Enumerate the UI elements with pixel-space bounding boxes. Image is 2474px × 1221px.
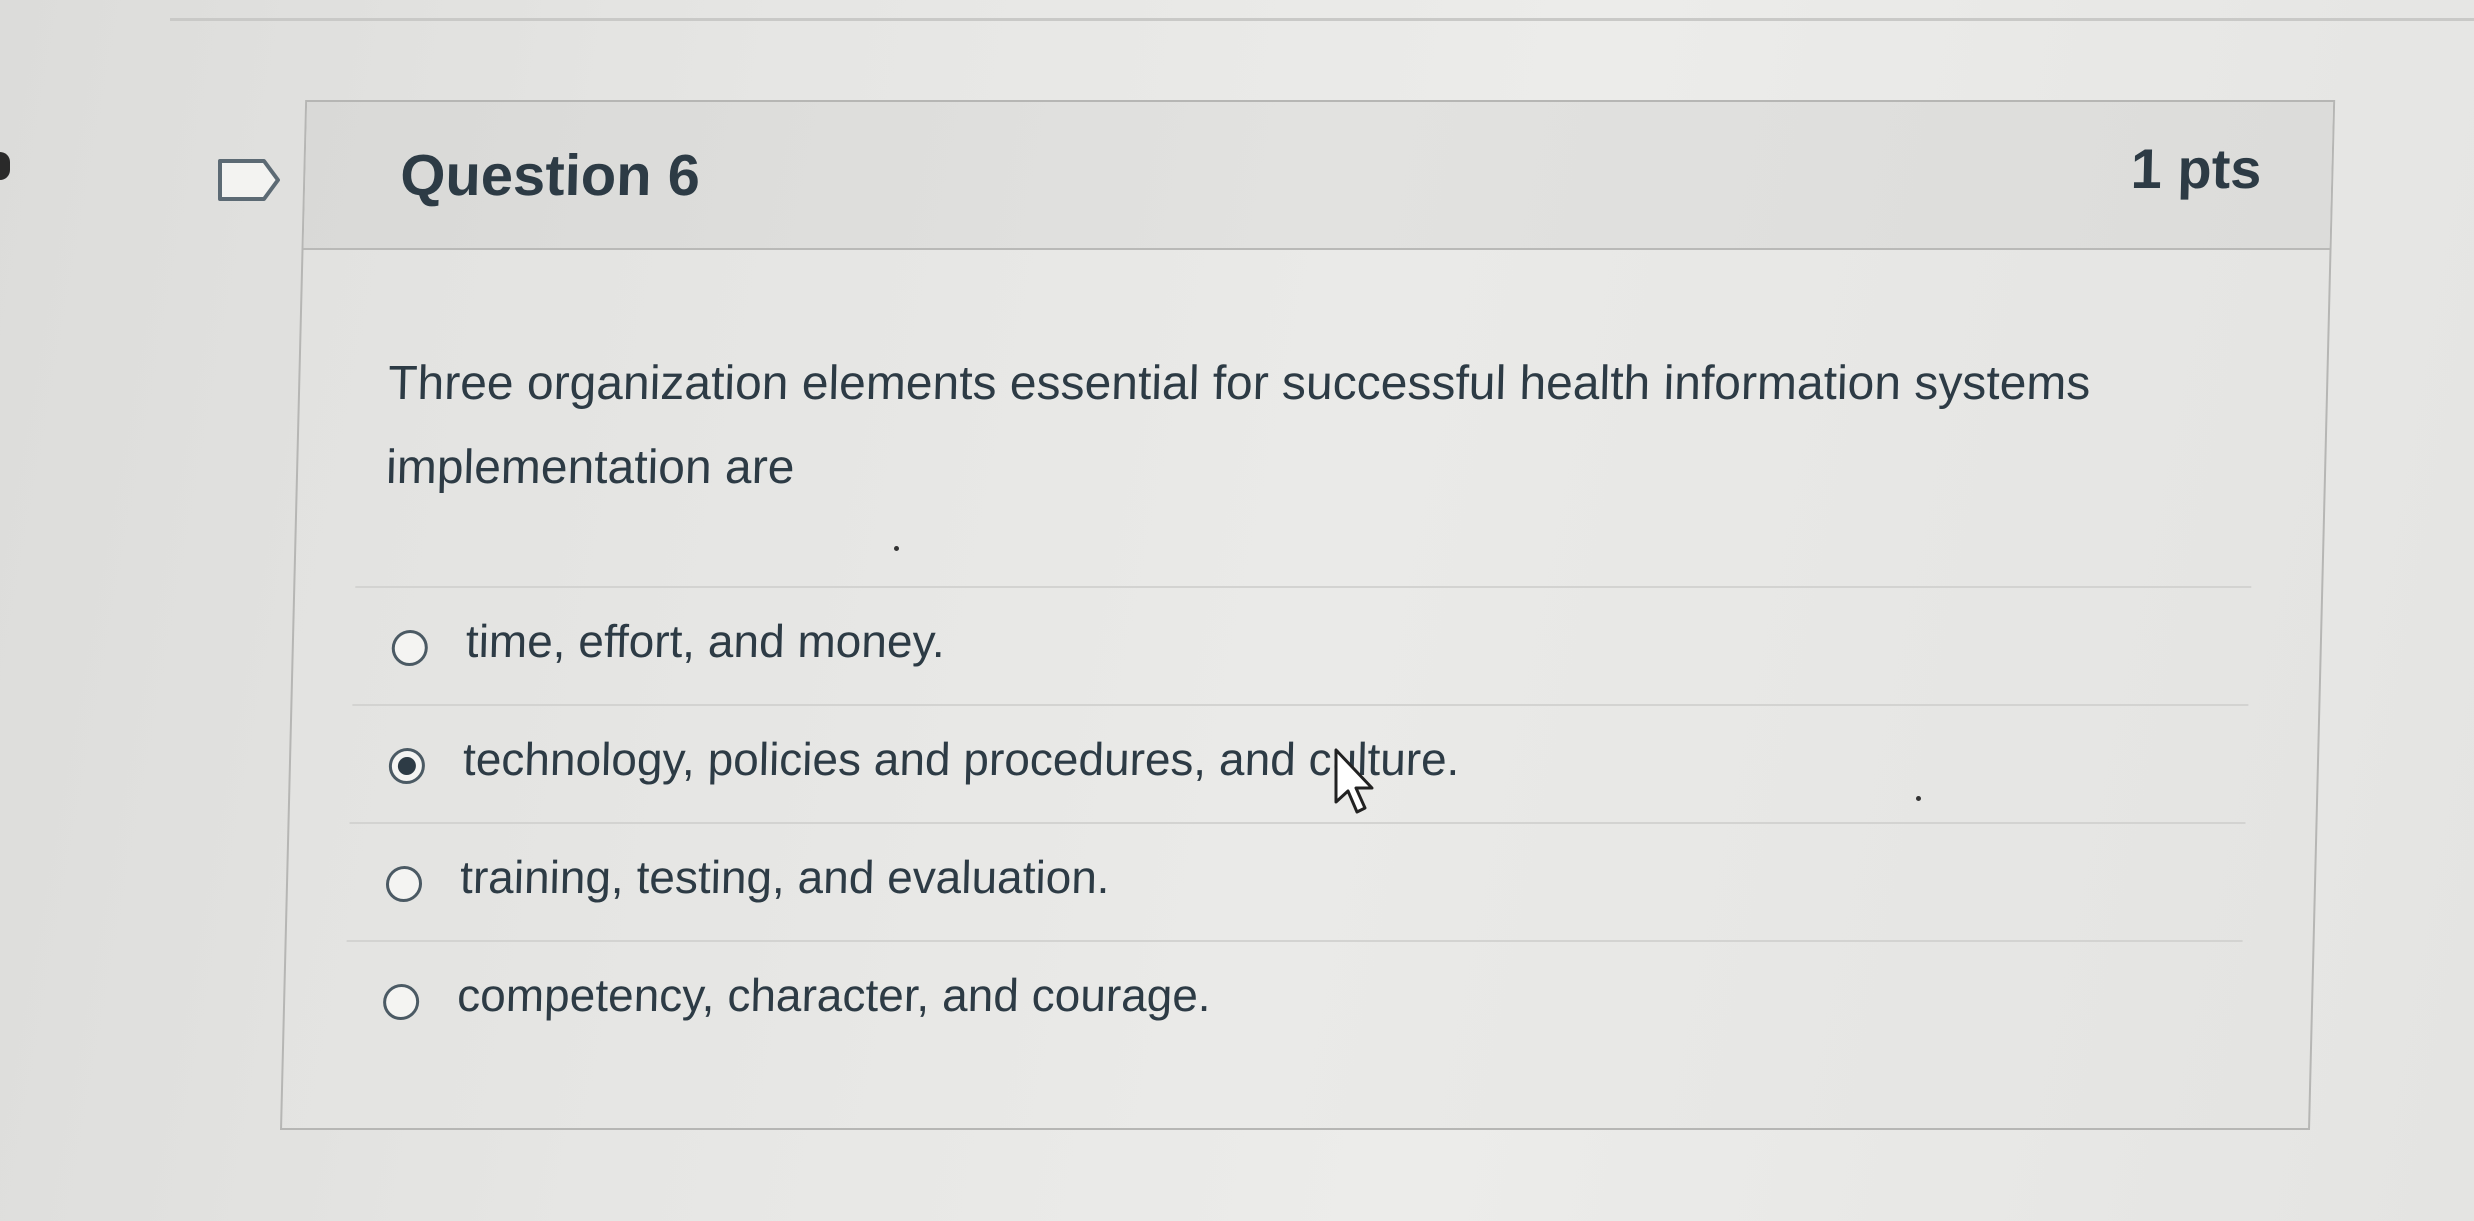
screen-speck (894, 546, 899, 551)
answer-option[interactable]: time, effort, and money. (352, 586, 2252, 706)
top-divider (170, 18, 2474, 21)
answer-label[interactable]: time, effort, and money. (465, 614, 945, 668)
screen-speck (1916, 796, 1921, 801)
radio-button[interactable] (382, 984, 420, 1020)
question-card: Question 6 1 pts Three organization elem… (280, 100, 2336, 1130)
flag-question-icon[interactable] (216, 155, 284, 205)
question-title: Question 6 (399, 143, 701, 208)
answer-label[interactable]: competency, character, and courage. (457, 968, 1212, 1022)
quiz-page: { "question": { "title": "Question 6", "… (0, 0, 2474, 1221)
radio-button-selected[interactable] (388, 748, 426, 784)
question-text: Three organization elements essential fo… (385, 357, 2092, 494)
answer-option[interactable]: technology, policies and procedures, and… (349, 704, 2249, 824)
edge-marker (0, 152, 10, 180)
question-points: 1 pts (2130, 137, 2263, 200)
answer-label[interactable]: technology, policies and procedures, and… (462, 732, 1460, 786)
radio-button[interactable] (391, 630, 429, 666)
radio-button[interactable] (385, 866, 423, 902)
answer-label[interactable]: training, testing, and evaluation. (460, 850, 1111, 904)
answer-option[interactable]: training, testing, and evaluation. (346, 822, 2246, 942)
mouse-pointer-icon (1334, 748, 1374, 814)
question-header: Question 6 1 pts (303, 102, 2334, 250)
answer-option[interactable]: competency, character, and courage. (343, 940, 2243, 1060)
